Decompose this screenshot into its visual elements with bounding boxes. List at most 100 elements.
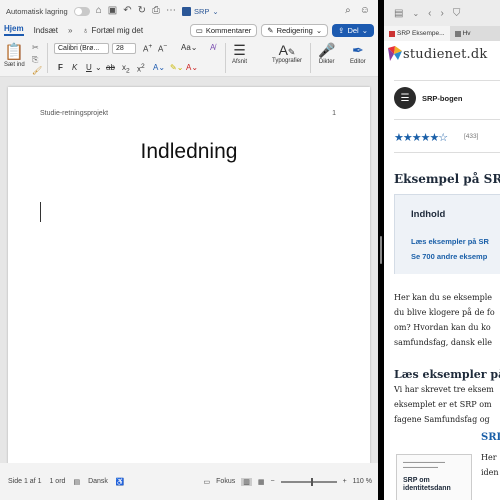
underline-icon[interactable]: U: [86, 63, 92, 72]
autosave-toggle[interactable]: [73, 6, 90, 16]
browser-window: ▤ ⌄ ‹ › ⛉ SRP Eksempe... Hv studienet.dk…: [384, 0, 500, 500]
home-icon[interactable]: ⌂: [96, 6, 102, 16]
status-bar: Side 1 af 1 1 ord ▤ Dansk ♿ ▭ Fokus ▥ ▦ …: [0, 463, 378, 500]
ribbon: 📋 Sæt ind ✂ ⎘ 🖌 Calibri (Brø... 28 A+ A−…: [0, 39, 378, 77]
italic-icon[interactable]: K: [72, 63, 77, 72]
bold-icon[interactable]: F: [58, 63, 63, 72]
browser-tab[interactable]: Hv: [450, 26, 476, 41]
toc-link[interactable]: Læs eksempler på SR: [411, 237, 489, 246]
zoom-slider[interactable]: [280, 477, 337, 486]
chevron-down-icon[interactable]: ⌄: [95, 63, 102, 72]
share-button[interactable]: ⇪ Del ⌄: [332, 23, 374, 37]
tab-insert[interactable]: Indsæt: [34, 26, 58, 35]
chevron-down-icon[interactable]: ⌄: [412, 9, 419, 18]
subscript-icon[interactable]: x2: [122, 63, 130, 75]
focus-button[interactable]: Fokus: [216, 478, 235, 485]
highlight-icon[interactable]: ✎⌄: [170, 63, 183, 72]
save-icon[interactable]: ▣: [108, 6, 117, 16]
print-icon[interactable]: ⎙: [152, 6, 160, 16]
format-painter-icon[interactable]: 🖌: [32, 66, 42, 75]
font-name-value: Calibri (Brø...: [58, 45, 100, 52]
autosave-label: Automatisk lagring: [6, 6, 68, 16]
accessibility-icon[interactable]: ♿: [116, 478, 125, 486]
grow-font-icon[interactable]: A+: [143, 43, 152, 54]
word-count[interactable]: 1 ord: [49, 478, 65, 485]
chevron-down-icon: ⌄: [361, 25, 368, 35]
account-icon[interactable]: ☺: [360, 6, 370, 16]
clipboard-icon: 📋: [4, 44, 25, 61]
proofing-icon[interactable]: ▤: [73, 478, 80, 486]
text-line: fagene Samfundsfag og: [394, 415, 490, 424]
sidebar-icon[interactable]: ▤: [394, 8, 403, 19]
page-header[interactable]: Studie-retningsprojekt: [40, 110, 108, 117]
ribbon-tabs: Hjem Indsæt » ♁ Fortæl mig det ▭ Komment…: [0, 22, 378, 38]
editor-icon: ✒: [351, 42, 364, 58]
logo-text: studienet.dk: [403, 46, 488, 62]
forward-icon[interactable]: ›: [441, 8, 444, 19]
document-name[interactable]: SRP ⌄: [181, 6, 219, 16]
text-line: om? Hvordan kan du ko: [394, 323, 491, 332]
site-logo[interactable]: studienet.dk: [388, 46, 487, 62]
zoom-in-icon[interactable]: +: [343, 478, 347, 485]
comments-button[interactable]: ▭ Kommentarer: [189, 23, 258, 37]
book-title-link[interactable]: SRI: [481, 432, 500, 443]
text-line: samfundsfag, dansk elle: [394, 338, 493, 347]
styles-button[interactable]: A✎ Typografier: [272, 42, 302, 64]
rating-count: [433]: [464, 133, 479, 140]
toc-link[interactable]: Se 700 andre eksemp: [411, 252, 487, 261]
microphone-icon: 🎤: [318, 42, 336, 58]
chevron-down-icon: ⌄: [212, 6, 219, 16]
paragraph-icon: ☰: [233, 42, 246, 58]
font-size-select[interactable]: 28: [112, 43, 136, 54]
editor-button[interactable]: ✒ Editor: [350, 42, 366, 65]
book-cover[interactable]: ▬▬▬▬▬▬▬▬▬▬▬▬ ▬▬▬▬▬▬▬▬▬▬ SRP om identitet…: [396, 454, 472, 500]
rating-stars[interactable]: ★★★★★☆: [394, 131, 448, 144]
dictate-button[interactable]: 🎤 Dikter: [318, 42, 335, 65]
zoom-out-icon[interactable]: −: [270, 478, 274, 485]
browser-tab-active[interactable]: SRP Eksempe...: [384, 26, 450, 41]
zoom-level[interactable]: 110 %: [353, 478, 372, 485]
editor-label: Editor: [350, 59, 366, 65]
more-tabs-icon[interactable]: »: [68, 26, 72, 35]
shrink-font-icon[interactable]: A−: [158, 43, 167, 54]
back-icon[interactable]: ‹: [428, 8, 431, 19]
tell-me-label: Fortæl mig det: [91, 25, 144, 35]
paragraph-button[interactable]: ☰ Afsnit: [232, 42, 247, 65]
font-color-icon[interactable]: A⌄: [186, 63, 198, 72]
cover-fine-print: ▬▬▬▬▬▬▬▬▬▬: [403, 465, 438, 469]
web-layout-icon[interactable]: ▦: [258, 478, 265, 486]
change-case-icon[interactable]: Aa⌄: [181, 43, 198, 52]
category-label[interactable]: SRP-bogen: [422, 94, 462, 103]
shield-icon[interactable]: ⛉: [453, 8, 461, 19]
more-icon[interactable]: ⋯: [166, 6, 176, 16]
redo-icon[interactable]: ↻: [138, 6, 146, 16]
table-of-contents: Indhold Læs eksempler på SR Se 700 andre…: [394, 194, 500, 274]
cut-icon[interactable]: ✂: [32, 43, 39, 52]
clear-formatting-icon[interactable]: A̸: [210, 43, 215, 52]
search-icon[interactable]: ⌕: [345, 6, 351, 16]
divider-line: [394, 119, 500, 120]
text-effects-icon[interactable]: A⌄: [153, 63, 165, 72]
editing-button[interactable]: ✎ Redigering ⌄: [261, 23, 329, 37]
font-name-select[interactable]: Calibri (Brø...: [54, 43, 109, 54]
cover-line: SRP om: [403, 477, 430, 484]
focus-icon[interactable]: ▭: [204, 478, 211, 486]
comment-icon: ▭: [195, 25, 203, 35]
page-count[interactable]: Side 1 af 1: [8, 478, 41, 485]
tab-home[interactable]: Hjem: [4, 24, 24, 36]
copy-icon[interactable]: ⎘: [32, 55, 38, 65]
browser-toolbar: ▤ ⌄ ‹ › ⛉: [384, 0, 500, 26]
paste-button[interactable]: 📋 Sæt ind: [4, 42, 25, 68]
document-page[interactable]: Studie-retningsprojekt 1 Indledning: [8, 87, 370, 463]
menu-icon[interactable]: ☰: [394, 87, 416, 109]
language-status[interactable]: Dansk: [88, 478, 108, 485]
superscript-icon[interactable]: x2: [137, 63, 145, 74]
print-layout-icon[interactable]: ▥: [241, 477, 252, 486]
separator: [225, 43, 226, 73]
divider-handle[interactable]: [380, 236, 382, 264]
document-heading[interactable]: Indledning: [8, 140, 370, 164]
strikethrough-icon[interactable]: ab: [106, 63, 115, 72]
share-label: Del: [347, 25, 359, 35]
undo-icon[interactable]: ↶: [123, 6, 131, 16]
tell-me-box[interactable]: ♁ Fortæl mig det: [82, 26, 143, 35]
